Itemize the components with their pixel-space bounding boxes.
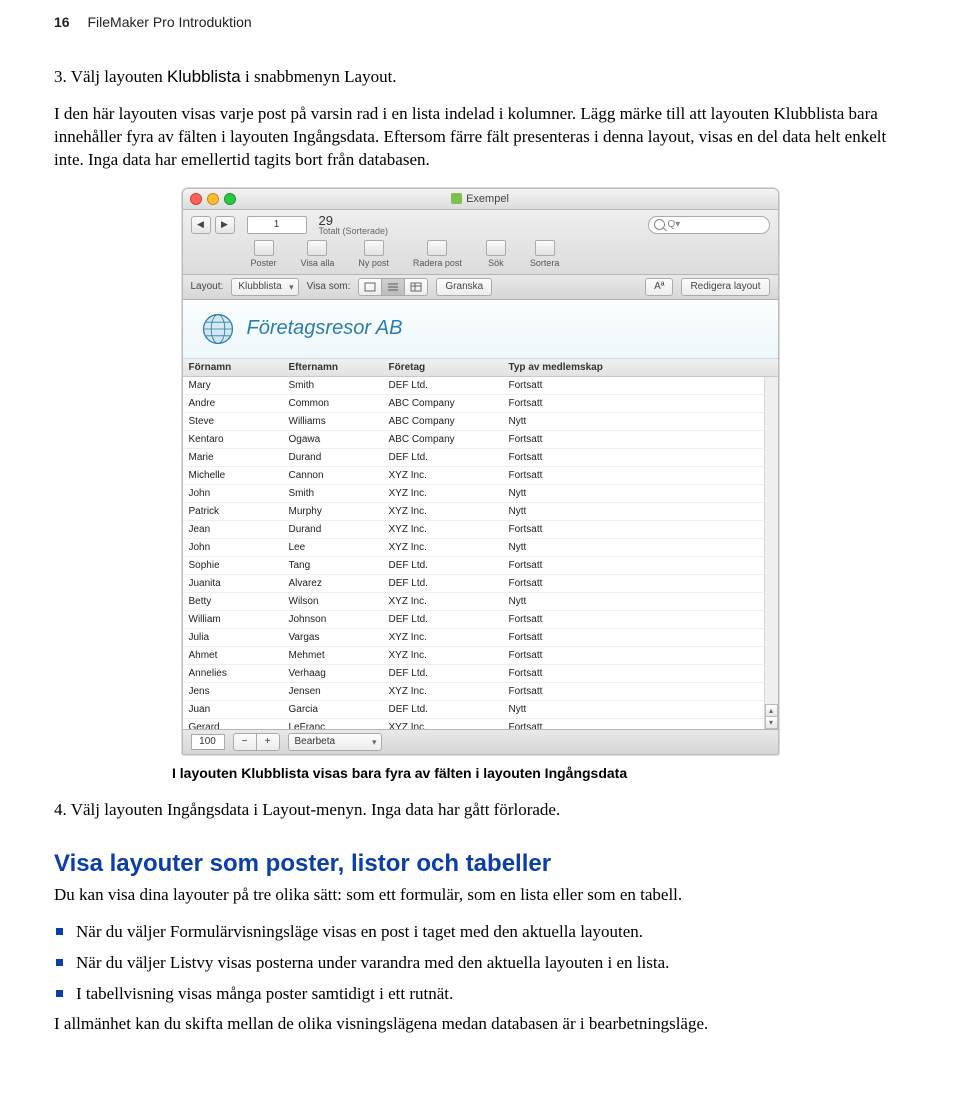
table-body: MarySmithDEF Ltd.FortsattAndreCommonABC … <box>183 377 778 729</box>
zoom-input[interactable]: 100 <box>191 734 225 750</box>
view-form-button[interactable] <box>358 278 382 296</box>
company-name: Företagsresor AB <box>247 317 403 340</box>
table-row[interactable]: KentaroOgawaABC CompanyFortsatt <box>183 431 778 449</box>
table-row[interactable]: JuliaVargasXYZ Inc.Fortsatt <box>183 629 778 647</box>
step-4: 4. Välj layouten Ingångsdata i Layout-me… <box>54 799 906 822</box>
company-banner: Företagsresor AB <box>183 300 778 359</box>
table-row[interactable]: JuanitaAlvarezDEF Ltd.Fortsatt <box>183 575 778 593</box>
table-row[interactable]: JeanDurandXYZ Inc.Fortsatt <box>183 521 778 539</box>
toolbar-icon <box>307 240 327 256</box>
paragraph-body: I den här layouten visas varje post på v… <box>54 103 906 172</box>
table-row[interactable]: SophieTangDEF Ltd.Fortsatt <box>183 557 778 575</box>
status-bar: 100 − + Bearbeta <box>183 729 778 754</box>
table-row[interactable]: MarieDurandDEF Ltd.Fortsatt <box>183 449 778 467</box>
table-row[interactable]: PatrickMurphyXYZ Inc.Nytt <box>183 503 778 521</box>
zoom-out-button[interactable]: − <box>233 733 257 751</box>
toolbar-visa-alla-button[interactable]: Visa alla <box>301 240 335 268</box>
toolbar-icon <box>364 240 384 256</box>
table-row[interactable]: GerardLeFrancXYZ Inc.Fortsatt <box>183 719 778 729</box>
text-format-button[interactable]: Aª <box>645 278 673 296</box>
table-row[interactable]: JohnLeeXYZ Inc.Nytt <box>183 539 778 557</box>
col-foretag[interactable]: Företag <box>383 359 503 376</box>
record-number-input[interactable]: 1 <box>247 216 307 234</box>
table-row[interactable]: MichelleCannonXYZ Inc.Fortsatt <box>183 467 778 485</box>
view-as-label: Visa som: <box>307 281 351 292</box>
layout-select[interactable]: Klubblista <box>231 278 298 296</box>
figure-caption: I layouten Klubblista visas bara fyra av… <box>172 765 906 781</box>
toolbar-icon <box>535 240 555 256</box>
toolbar-icon <box>254 240 274 256</box>
mode-select[interactable]: Bearbeta <box>288 733 382 751</box>
filemaker-window: Exempel ◀ ▶ 1 29 Totalt (Sorterade) Q▾ P… <box>182 188 779 755</box>
next-record-button[interactable]: ▶ <box>215 216 235 234</box>
table-row[interactable]: SteveWilliamsABC CompanyNytt <box>183 413 778 431</box>
toolbar-sök-button[interactable]: Sök <box>486 240 506 268</box>
layout-bar: Layout: Klubblista Visa som: Granska Aª … <box>183 275 778 300</box>
step-3: 3. Välj layouten Klubblista i snabbmenyn… <box>54 66 906 89</box>
column-headers: Förnamn Efternamn Företag Typ av medlems… <box>183 359 778 377</box>
col-fornamn[interactable]: Förnamn <box>183 359 283 376</box>
globe-icon <box>201 312 235 346</box>
titlebar[interactable]: Exempel <box>183 189 778 210</box>
toolbar-ny-post-button[interactable]: Ny post <box>358 240 389 268</box>
doc-title: FileMaker Pro Introduktion <box>87 14 251 30</box>
toolbar-icon <box>427 240 447 256</box>
preview-button[interactable]: Granska <box>436 278 492 296</box>
section-heading: Visa layouter som poster, listor och tab… <box>54 850 906 878</box>
table-row[interactable]: JensJensenXYZ Inc.Fortsatt <box>183 683 778 701</box>
view-table-button[interactable] <box>404 278 428 296</box>
toolbar: ◀ ▶ 1 29 Totalt (Sorterade) Q▾ Poster Vis… <box>183 210 778 275</box>
list-item: I tabellvisning visas många poster samti… <box>54 983 906 1006</box>
record-total: 29 Totalt (Sorterade) <box>319 214 389 236</box>
bullet-list: När du väljer Formulärvisningsläge visas… <box>54 921 906 1006</box>
scroll-down-icon[interactable]: ▾ <box>765 716 778 729</box>
view-list-button[interactable] <box>381 278 405 296</box>
record-nav: ◀ ▶ <box>191 216 235 234</box>
search-icon <box>654 219 665 230</box>
table-row[interactable]: JuanGarciaDEF Ltd.Nytt <box>183 701 778 719</box>
view-mode-segmented <box>358 278 428 296</box>
page-number: 16 <box>54 14 70 30</box>
table-row[interactable]: AndreCommonABC CompanyFortsatt <box>183 395 778 413</box>
page-header: 16 FileMaker Pro Introduktion <box>54 0 906 60</box>
table-row[interactable]: MarySmithDEF Ltd.Fortsatt <box>183 377 778 395</box>
table-row[interactable]: AhmetMehmetXYZ Inc.Fortsatt <box>183 647 778 665</box>
paragraph-intro: Du kan visa dina layouter på tre olika s… <box>54 884 906 907</box>
table-row[interactable]: AnneliesVerhaagDEF Ltd.Fortsatt <box>183 665 778 683</box>
file-icon <box>451 193 462 204</box>
toolbar-radera-post-button[interactable]: Radera post <box>413 240 462 268</box>
toolbar-icon <box>486 240 506 256</box>
edit-layout-button[interactable]: Redigera layout <box>681 278 769 296</box>
scrollbar[interactable]: ▴ ▾ <box>764 377 778 729</box>
zoom-in-button[interactable]: + <box>256 733 280 751</box>
table-row[interactable]: BettyWilsonXYZ Inc.Nytt <box>183 593 778 611</box>
window-title: Exempel <box>183 193 778 205</box>
table-row[interactable]: JohnSmithXYZ Inc.Nytt <box>183 485 778 503</box>
toolbar-sortera-button[interactable]: Sortera <box>530 240 560 268</box>
paragraph-conclusion: I allmänhet kan du skifta mellan de olik… <box>54 1013 906 1036</box>
list-item: När du väljer Listvy visas posterna unde… <box>54 952 906 975</box>
layout-label: Layout: <box>191 281 224 292</box>
table-row[interactable]: WilliamJohnsonDEF Ltd.Fortsatt <box>183 611 778 629</box>
col-efternamn[interactable]: Efternamn <box>283 359 383 376</box>
toolbar-poster-button[interactable]: Poster <box>251 240 277 268</box>
list-item: När du väljer Formulärvisningsläge visas… <box>54 921 906 944</box>
col-typ[interactable]: Typ av medlemskap <box>503 359 778 376</box>
quick-search-input[interactable]: Q▾ <box>648 216 770 234</box>
prev-record-button[interactable]: ◀ <box>191 216 211 234</box>
